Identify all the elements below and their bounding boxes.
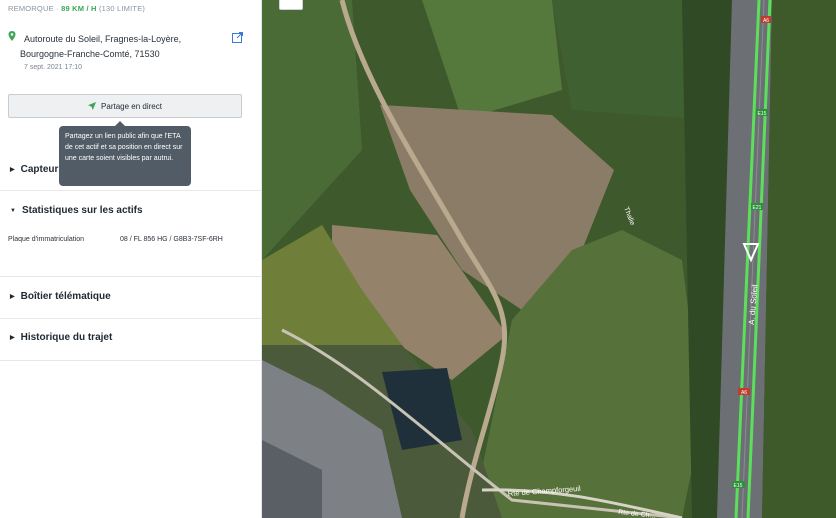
section-history-title: ▶ Historique du trajet xyxy=(10,332,113,343)
satellite-map[interactable]: A6 E15 E21 A6 E15 A. du Soleil Thalie Rt… xyxy=(262,0,836,518)
plate-value: 08 / FL 856 HG / G8B3-7SF-6RH xyxy=(120,236,223,243)
live-share-label: Partage en direct xyxy=(101,101,162,111)
separator: · xyxy=(56,4,59,13)
location-timestamp: 7 sept. 2021 17:10 xyxy=(24,64,82,71)
address: Autoroute du Soleil, Fragnes-la-Loyère, … xyxy=(20,32,220,62)
map-control-button[interactable] xyxy=(279,0,303,10)
shield-e15-1: E15 xyxy=(758,111,767,117)
asset-details-panel: REMORQUE · 89 KM / H (130 LIMITE) Autoro… xyxy=(0,0,262,518)
field xyxy=(762,0,836,518)
shield-e21: E21 xyxy=(753,205,762,211)
caret-right-icon: ▶ xyxy=(10,335,15,341)
shield-e15-2: E15 xyxy=(734,483,743,489)
asset-speed-line: REMORQUE · 89 KM / H (130 LIMITE) xyxy=(8,4,145,13)
send-arrow-icon xyxy=(88,102,97,110)
speed-limit: (130 LIMITE) xyxy=(98,4,146,13)
map-view[interactable]: A6 E15 E21 A6 E15 A. du Soleil Thalie Rt… xyxy=(262,0,836,518)
live-share-tooltip: Partagez un lien public afin que l'ETA d… xyxy=(59,121,191,186)
section-telematics-title: ▶ Boîtier télématique xyxy=(10,291,111,302)
asset-type-label: REMORQUE xyxy=(8,4,54,13)
section-stats-title: ▼ Statistiques sur les actifs xyxy=(10,205,143,216)
address-line-2: Bourgogne-Franche-Comté, 71530 xyxy=(20,49,160,59)
caret-down-icon: ▼ xyxy=(10,208,16,214)
current-speed: 89 KM / H xyxy=(61,4,97,13)
plate-label: Plaque d'immatriculation xyxy=(8,236,85,243)
caret-right-icon: ▶ xyxy=(10,167,15,173)
live-share-button[interactable]: Partage en direct xyxy=(8,94,242,118)
section-sensors-title: ▶ Capteurs xyxy=(10,164,64,175)
section-telematics[interactable]: ▶ Boîtier télématique xyxy=(0,276,261,319)
location-pin-icon xyxy=(8,31,16,41)
caret-right-icon: ▶ xyxy=(10,294,15,300)
section-asset-stats[interactable]: ▼ Statistiques sur les actifs xyxy=(0,190,261,277)
section-trip-history[interactable]: ▶ Historique du trajet xyxy=(0,318,261,361)
shield-a6-mid: A6 xyxy=(741,390,747,396)
shield-a6-top: A6 xyxy=(763,18,769,24)
address-line-1: Autoroute du Soleil, Fragnes-la-Loyère, xyxy=(24,34,182,44)
open-external-icon[interactable] xyxy=(232,32,243,43)
